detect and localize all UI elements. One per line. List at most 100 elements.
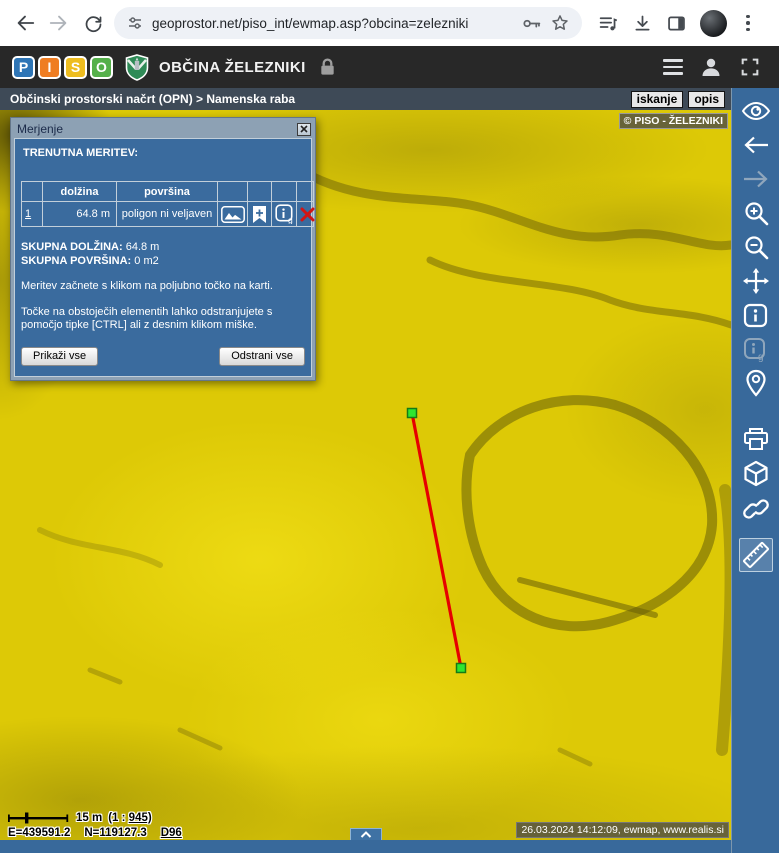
measurement-vertex-start[interactable] (408, 409, 417, 418)
scale-ratio: (1 : 945) (108, 812, 151, 824)
col-header-area: površina (117, 182, 218, 202)
info-group-button[interactable]: g (739, 334, 773, 364)
total-area-value: 0 m2 (134, 255, 158, 267)
cube-3d-icon (743, 460, 769, 488)
hint-start-measure: Meritev začnete s klikom na poljubno toč… (21, 280, 305, 294)
breadcrumb: Občinski prostorski načrt (OPN) > Namens… (10, 92, 295, 106)
zoom-out-icon (743, 234, 769, 260)
info-button[interactable] (739, 300, 773, 330)
municipal-crest-icon (125, 54, 149, 81)
row-number-link[interactable]: 1 (25, 208, 31, 220)
save-bookmark-button[interactable] (248, 202, 272, 227)
zoom-in-icon (743, 200, 769, 226)
arrow-left-icon (743, 136, 769, 154)
bookmark-add-icon (252, 205, 267, 224)
measurement-row: 1 64.8 m poligon ni veljaven g (22, 202, 314, 227)
total-length-label: SKUPNA DOLŽINA: (21, 241, 123, 253)
col-header-num (22, 182, 43, 202)
description-button[interactable]: opis (688, 91, 725, 108)
elevation-profile-icon (221, 206, 245, 223)
svg-text:g: g (288, 215, 293, 224)
site-settings-icon[interactable] (126, 14, 144, 32)
dialog-title: Merjenje (17, 122, 63, 136)
scale-distance: 15 m (76, 812, 102, 824)
info-icon (743, 303, 768, 328)
breadcrumb-bar: Občinski prostorski načrt (OPN) > Namens… (0, 88, 731, 110)
bottom-bar (0, 840, 731, 853)
coordinate-e: E=439591.2 (8, 827, 70, 839)
dialog-close-button[interactable] (297, 123, 311, 136)
map-timestamp: 26.03.2024 14:12:09, ewmap, www.realis.s… (516, 822, 729, 838)
layers-visibility-button[interactable] (739, 96, 773, 126)
search-button[interactable]: iskanje (631, 91, 684, 108)
delete-measurement-button[interactable] (297, 202, 314, 227)
password-key-icon[interactable] (521, 13, 542, 34)
row-area-value: poligon ni veljaven (117, 202, 218, 227)
logo-letter-s: S (64, 56, 87, 79)
zoom-in-button[interactable] (739, 198, 773, 228)
total-length-value: 64.8 m (126, 241, 160, 253)
next-view-button[interactable] (739, 164, 773, 194)
app-header: P I S O OBČINA ŽELEZNIKI (0, 46, 779, 88)
measure-summary: SKUPNA DOLŽINA: 64.8 m SKUPNA POVRŠINA: … (21, 240, 305, 268)
hint-remove-points: Točke na obstoječih elementih lahko odst… (21, 306, 305, 333)
piso-logo[interactable]: P I S O (12, 56, 113, 79)
show-all-button[interactable]: Prikaži vse (21, 347, 98, 366)
delete-x-icon (300, 207, 315, 222)
measurement-vertex-end[interactable] (457, 664, 466, 673)
measurement-line (412, 413, 461, 668)
info-group-icon: g (743, 337, 768, 362)
print-button[interactable] (739, 424, 773, 454)
remove-all-button[interactable]: Odstrani vse (219, 347, 305, 366)
address-bar[interactable]: geoprostor.net/piso_int/ewmap.asp?obcina… (114, 7, 582, 39)
browser-menu-icon[interactable] (740, 15, 756, 32)
side-panel-icon[interactable] (666, 13, 687, 34)
browser-toolbar: geoprostor.net/piso_int/ewmap.asp?obcina… (0, 0, 779, 46)
elevation-profile-button[interactable] (218, 202, 248, 227)
browser-back-icon[interactable] (8, 6, 42, 40)
measure-button[interactable] (739, 538, 773, 572)
profile-avatar[interactable] (700, 10, 727, 37)
chevron-up-icon (360, 831, 372, 838)
logo-letter-o: O (90, 56, 113, 79)
logo-letter-i: I (38, 56, 61, 79)
dialog-titlebar[interactable]: Merjenje (14, 120, 312, 138)
browser-reload-icon[interactable] (76, 6, 110, 40)
close-icon (300, 125, 308, 133)
user-icon[interactable] (699, 55, 723, 79)
bookmark-star-icon[interactable] (550, 13, 570, 33)
total-area-label: SKUPNA POVRŠINA: (21, 255, 131, 267)
coordinates-readout: E=439591.2 N=119127.3 D96 (8, 827, 182, 839)
tool-sidebar: g (731, 88, 779, 853)
pan-button[interactable] (739, 266, 773, 296)
download-icon[interactable] (632, 13, 653, 34)
measure-dialog: Merjenje TRENUTNA MERITEV: dolžina površ… (10, 117, 316, 381)
share-link-button[interactable] (739, 494, 773, 524)
location-pin-icon (744, 369, 768, 397)
hamburger-menu-icon[interactable] (663, 59, 683, 75)
view-3d-button[interactable] (739, 459, 773, 489)
datum-link[interactable]: D96 (161, 827, 182, 839)
link-icon (743, 496, 769, 522)
locate-button[interactable] (739, 368, 773, 398)
svg-text:g: g (758, 352, 764, 362)
media-queue-icon[interactable] (598, 13, 619, 34)
previous-view-button[interactable] (739, 130, 773, 160)
pan-icon (742, 267, 770, 295)
fullscreen-icon[interactable] (739, 56, 761, 78)
lock-icon (318, 57, 337, 77)
expand-panel-tab[interactable] (350, 828, 382, 840)
row-info-group-button[interactable]: g (272, 202, 297, 227)
measurement-table: dolžina površina 1 64.8 m poligon ni vel… (21, 181, 314, 227)
scale-bar: 15 m (1 : 945) (8, 812, 152, 824)
col-header-length: dolžina (43, 182, 117, 202)
arrow-right-icon (743, 170, 769, 188)
ruler-icon (742, 541, 770, 569)
current-measure-heading: TRENUTNA MERITEV: (23, 147, 305, 159)
municipality-title: OBČINA ŽELEZNIKI (159, 59, 306, 76)
scale-ratio-link[interactable]: 945 (129, 812, 148, 824)
url-text[interactable]: geoprostor.net/piso_int/ewmap.asp?obcina… (152, 16, 513, 31)
browser-forward-icon[interactable] (42, 6, 76, 40)
zoom-out-button[interactable] (739, 232, 773, 262)
scale-bar-graphic (8, 812, 70, 824)
